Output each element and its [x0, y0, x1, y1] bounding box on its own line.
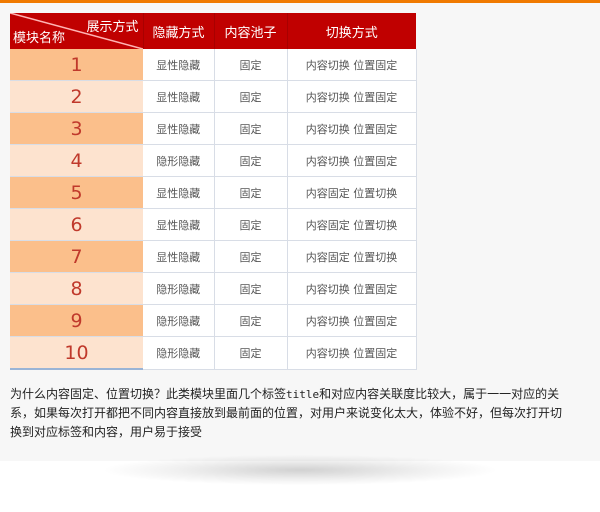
switch-mode-cell: 内容切换 位置固定 — [287, 112, 417, 145]
content-pool-cell: 固定 — [214, 336, 288, 370]
hide-mode-cell: 隐形隐藏 — [143, 336, 215, 370]
description-text-part1: 为什么内容固定、位置切换？此类模块里面几个标签 — [10, 387, 287, 401]
hide-mode-cell: 显性隐藏 — [143, 176, 215, 209]
module-number: 7 — [10, 240, 143, 273]
hide-mode-cell: 隐形隐藏 — [143, 304, 215, 337]
column-header-hide-mode: 隐藏方式 — [143, 13, 215, 49]
hide-mode-cell: 隐形隐藏 — [143, 272, 215, 305]
module-number: 5 — [10, 176, 143, 209]
content-pool-cell: 固定 — [214, 240, 288, 273]
corner-label-module-name: 模块名称 — [13, 31, 66, 46]
content-pool-cell: 固定 — [214, 80, 288, 113]
content-pool-cell: 固定 — [214, 208, 288, 241]
panel-shadow — [105, 455, 495, 485]
switch-mode-cell: 内容切换 位置固定 — [287, 80, 417, 113]
switch-mode-cell: 内容切换 位置固定 — [287, 336, 417, 370]
hide-mode-cell: 显性隐藏 — [143, 208, 215, 241]
table-row: 10 隐形隐藏 固定 内容切换 位置固定 — [10, 336, 417, 370]
table-row: 8 隐形隐藏 固定 内容切换 位置固定 — [10, 272, 417, 305]
switch-mode-cell: 内容固定 位置切换 — [287, 176, 417, 209]
hide-mode-cell: 显性隐藏 — [143, 112, 215, 145]
hide-mode-cell: 显性隐藏 — [143, 49, 215, 81]
content-pool-cell: 固定 — [214, 144, 288, 177]
hide-mode-cell: 显性隐藏 — [143, 80, 215, 113]
corner-header-cell: 展示方式 模块名称 — [10, 13, 144, 49]
module-number: 1 — [10, 49, 143, 81]
table-row: 7 显性隐藏 固定 内容固定 位置切换 — [10, 240, 417, 273]
column-header-content-pool: 内容池子 — [214, 13, 288, 49]
content-pool-cell: 固定 — [214, 176, 288, 209]
module-number: 6 — [10, 208, 143, 241]
description-paragraph: 为什么内容固定、位置切换？此类模块里面几个标签title和对应内容关联度比较大，… — [10, 385, 570, 442]
hide-mode-cell: 显性隐藏 — [143, 240, 215, 273]
module-table: 展示方式 模块名称 隐藏方式 内容池子 切换方式 1 显性隐藏 固定 内容切换 … — [10, 13, 417, 370]
module-number: 10 — [10, 336, 143, 370]
module-number: 8 — [10, 272, 143, 305]
hide-mode-cell: 隐形隐藏 — [143, 144, 215, 177]
switch-mode-cell: 内容切换 位置固定 — [287, 272, 417, 305]
table-row: 1 显性隐藏 固定 内容切换 位置固定 — [10, 49, 417, 81]
switch-mode-cell: 内容切换 位置固定 — [287, 304, 417, 337]
table-row: 2 显性隐藏 固定 内容切换 位置固定 — [10, 80, 417, 113]
corner-label-display-mode: 展示方式 — [86, 20, 139, 35]
column-header-switch-mode: 切换方式 — [287, 13, 416, 49]
content-pool-cell: 固定 — [214, 272, 288, 305]
content-pool-cell: 固定 — [214, 112, 288, 145]
content-pool-cell: 固定 — [214, 304, 288, 337]
module-number: 3 — [10, 112, 143, 145]
switch-mode-cell: 内容固定 位置切换 — [287, 240, 417, 273]
switch-mode-cell: 内容切换 位置固定 — [287, 49, 417, 81]
table-row: 4 隐形隐藏 固定 内容切换 位置固定 — [10, 144, 417, 177]
table-row: 5 显性隐藏 固定 内容固定 位置切换 — [10, 176, 417, 209]
table-row: 3 显性隐藏 固定 内容切换 位置固定 — [10, 112, 417, 145]
module-number: 2 — [10, 80, 143, 113]
table-header-row: 展示方式 模块名称 隐藏方式 内容池子 切换方式 — [10, 13, 416, 49]
switch-mode-cell: 内容切换 位置固定 — [287, 144, 417, 177]
module-number: 9 — [10, 304, 143, 337]
switch-mode-cell: 内容固定 位置切换 — [287, 208, 417, 241]
content-pool-cell: 固定 — [214, 49, 288, 81]
table-row: 9 隐形隐藏 固定 内容切换 位置固定 — [10, 304, 417, 337]
description-keyword: title — [286, 388, 320, 401]
table-row: 6 显性隐藏 固定 内容固定 位置切换 — [10, 208, 417, 241]
module-number: 4 — [10, 144, 143, 177]
